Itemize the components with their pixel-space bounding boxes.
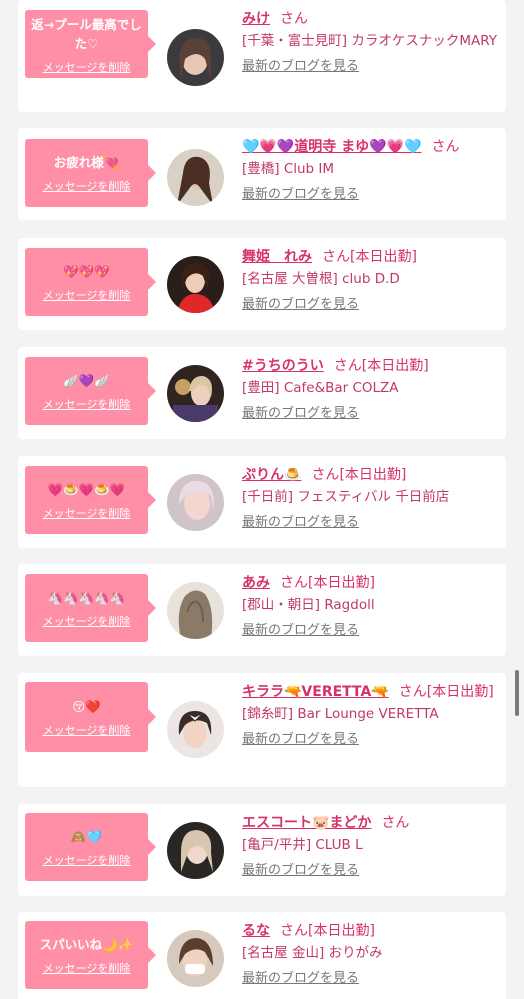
status-badge: [本日出勤]	[350, 249, 417, 265]
delete-message-link[interactable]: メッセージを削除	[43, 615, 131, 628]
status-badge: [本日出勤]	[426, 684, 494, 700]
cast-name-link[interactable]: キララ🔫VERETTA🔫	[242, 684, 389, 700]
message-bubble: 返→プール最高でした♡ メッセージを削除	[25, 10, 156, 78]
message-bubble: 😚❤️ メッセージを削除	[25, 682, 156, 752]
latest-blog-link[interactable]: 最新のブログを見る	[242, 186, 359, 204]
message-bubble: 🙈🩵 メッセージを削除	[25, 813, 156, 881]
list-item: スパいいね🌙✨ メッセージを削除 るな さん[本日出勤] [名古屋 金山] おりが…	[18, 912, 506, 999]
list-item: 返→プール最高でした♡ メッセージを削除 みけ さん [千葉・富士見町] カラオケ…	[18, 0, 506, 112]
latest-blog-link[interactable]: 最新のブログを見る	[242, 862, 359, 880]
message-text: 💖💖💖	[63, 264, 110, 279]
list-item: 🪽💜🪽 メッセージを削除 #うちのうい さん[本日出勤] [豊田] Cafe&Ba…	[18, 347, 506, 439]
list-item: お疲れ様💘 メッセージを削除 🩵💗💜道明寺 まゆ💜💗🩵 さん [豊橋] Club …	[18, 128, 506, 220]
avatar[interactable]	[167, 701, 224, 758]
message-text: お疲れ様💘	[53, 155, 120, 170]
message-bubble: 🦄🦄🦄🦄🦄 メッセージを削除	[25, 574, 156, 642]
shop-info: [錦糸町] Bar Lounge VERETTA	[242, 706, 439, 722]
honorific: さん	[333, 358, 362, 374]
cast-name-link[interactable]: みけ	[242, 11, 270, 27]
delete-message-link[interactable]: メッセージを削除	[43, 854, 131, 867]
shop-info: [亀戸/平井] CLUB L	[242, 837, 363, 853]
delete-message-link[interactable]: メッセージを削除	[43, 507, 131, 520]
delete-message-link[interactable]: メッセージを削除	[43, 398, 131, 411]
shop-info: [郡山・朝日] Ragdoll	[242, 597, 375, 613]
delete-message-link[interactable]: メッセージを削除	[43, 180, 131, 193]
status-badge: [本日出勤]	[308, 575, 375, 591]
delete-message-link[interactable]: メッセージを削除	[43, 61, 131, 74]
delete-message-link[interactable]: メッセージを削除	[43, 724, 131, 737]
status-badge: [本日出勤]	[361, 358, 429, 374]
message-text: 🙈🩵	[70, 829, 103, 844]
avatar[interactable]	[167, 365, 224, 422]
latest-blog-link[interactable]: 最新のブログを見る	[242, 514, 359, 532]
status-badge: [本日出勤]	[308, 923, 375, 939]
avatar[interactable]	[167, 474, 224, 531]
avatar[interactable]	[167, 256, 224, 313]
list-item: 💗🍮💗🍮💗 メッセージを削除 ぷりん🍮 さん[本日出勤] [千日前] フェスティバ…	[18, 456, 506, 548]
cast-name-link[interactable]: 🩵💗💜道明寺 まゆ💜💗🩵	[242, 139, 421, 155]
delete-message-link[interactable]: メッセージを削除	[43, 289, 131, 302]
latest-blog-link[interactable]: 最新のブログを見る	[242, 970, 359, 988]
shop-info: [名古屋 金山] おりがみ	[242, 945, 383, 961]
cast-name-link[interactable]: ぷりん🍮	[242, 467, 301, 483]
honorific: さん	[311, 467, 340, 483]
cast-name-link[interactable]: あみ	[242, 575, 270, 591]
latest-blog-link[interactable]: 最新のブログを見る	[242, 622, 359, 640]
list-item: 💖💖💖 メッセージを削除 舞姫 れみ さん[本日出勤] [名古屋 大曽根] clu…	[18, 238, 506, 330]
latest-blog-link[interactable]: 最新のブログを見る	[242, 58, 359, 76]
list-item: 🙈🩵 メッセージを削除 エスコート🐷まどか さん [亀戸/平井] CLUB L 最…	[18, 804, 506, 896]
message-bubble: 🪽💜🪽 メッセージを削除	[25, 357, 156, 425]
list-item: 🦄🦄🦄🦄🦄 メッセージを削除 あみ さん[本日出勤] [郡山・朝日] Ragdol…	[18, 564, 506, 656]
latest-blog-link[interactable]: 最新のブログを見る	[242, 731, 359, 749]
message-bubble: 💖💖💖 メッセージを削除	[25, 248, 156, 316]
cast-name-link[interactable]: るな	[242, 923, 270, 939]
honorific: さん	[280, 923, 308, 939]
honorific: さん	[398, 684, 427, 700]
avatar[interactable]	[167, 149, 224, 206]
message-bubble: お疲れ様💘 メッセージを削除	[25, 139, 156, 207]
scrollbar[interactable]	[515, 670, 519, 716]
avatar[interactable]	[167, 29, 224, 86]
latest-blog-link[interactable]: 最新のブログを見る	[242, 296, 359, 314]
shop-info: [豊田] Cafe&Bar COLZA	[242, 380, 399, 396]
message-text: 💗🍮💗🍮💗	[47, 482, 126, 497]
message-text: 😚❤️	[72, 699, 101, 714]
latest-blog-link[interactable]: 最新のブログを見る	[242, 405, 359, 423]
shop-info: [名古屋 大曽根] club D.D	[242, 271, 400, 287]
delete-message-link[interactable]: メッセージを削除	[43, 962, 131, 975]
honorific: さん	[280, 575, 308, 591]
shop-info: [豊橋] Club IM	[242, 161, 335, 177]
honorific: さん	[381, 815, 410, 831]
avatar[interactable]	[167, 582, 224, 639]
avatar[interactable]	[167, 930, 224, 987]
cast-name-link[interactable]: 舞姫 れみ	[242, 249, 312, 265]
cast-name-link[interactable]: エスコート🐷まどか	[242, 815, 371, 831]
shop-info: [千葉・富士見町] カラオケスナックMARY	[242, 33, 497, 49]
message-text: スパいいね🌙✨	[39, 937, 134, 952]
honorific: さん	[322, 249, 350, 265]
honorific: さん	[280, 11, 308, 27]
honorific: さん	[431, 139, 460, 155]
message-bubble: スパいいね🌙✨ メッセージを削除	[25, 921, 156, 989]
message-text: 🦄🦄🦄🦄🦄	[47, 590, 126, 605]
list-item: 😚❤️ メッセージを削除 キララ🔫VERETTA🔫 さん[本日出勤] [錦糸町] …	[18, 673, 506, 787]
message-bubble: 💗🍮💗🍮💗 メッセージを削除	[25, 466, 156, 534]
shop-info: [千日前] フェスティバル 千日前店	[242, 489, 450, 505]
status-badge: [本日出勤]	[339, 467, 407, 483]
cast-name-link[interactable]: #うちのうい	[242, 358, 324, 374]
avatar[interactable]	[167, 822, 224, 879]
message-text: 🪽💜🪽	[63, 373, 110, 388]
message-text: 返→プール最高でした♡	[31, 16, 142, 51]
